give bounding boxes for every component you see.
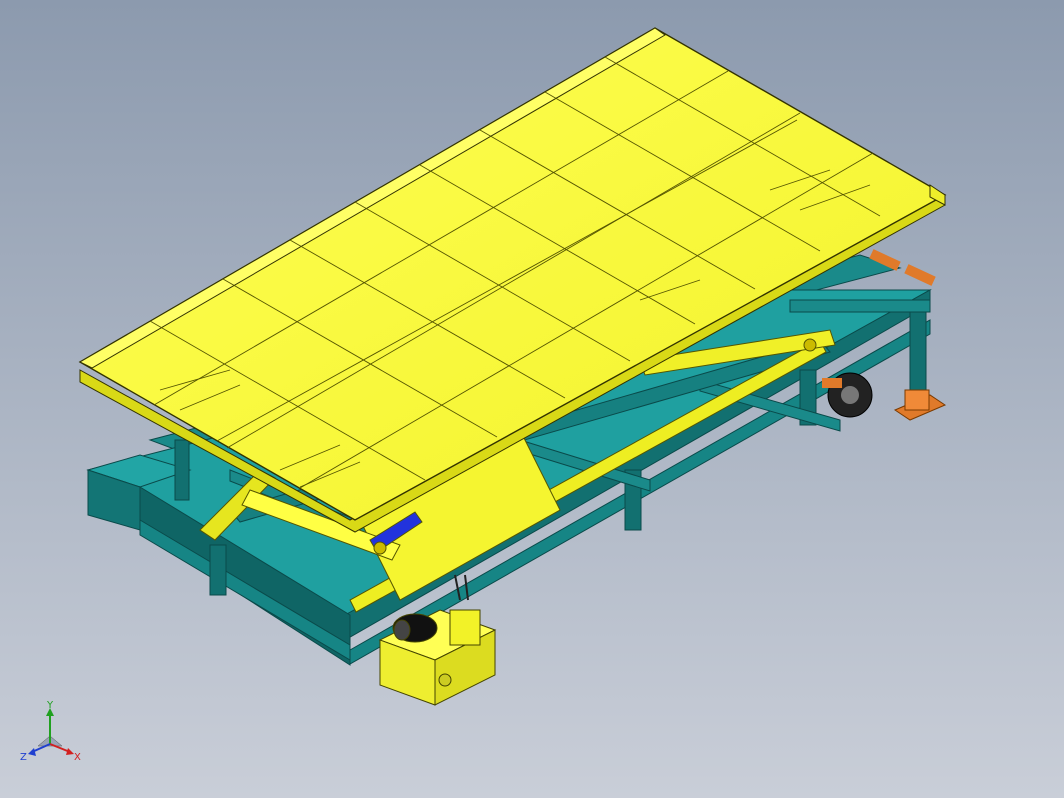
foot-block <box>904 389 930 411</box>
model-scene <box>0 0 1064 798</box>
cad-viewport[interactable]: Y X Z <box>0 0 1064 798</box>
hpu-gauge <box>438 673 452 687</box>
pivot-pin-2 <box>373 541 387 555</box>
z-axis-arrow <box>28 748 36 756</box>
frame-post-1 <box>209 544 227 596</box>
hpu-valve-block <box>449 609 481 646</box>
axis-triad[interactable]: Y X Z <box>18 700 90 772</box>
z-axis-label: Z <box>20 752 27 763</box>
hpu-motor-cap <box>393 619 411 641</box>
x-axis-arrow <box>66 748 74 755</box>
x-axis-label: X <box>74 752 81 763</box>
frame-post-4 <box>909 299 927 401</box>
wheel-bracket <box>822 378 842 388</box>
frame-post-5 <box>174 439 190 501</box>
wheel-hub <box>841 386 859 404</box>
y-axis-label: Y <box>46 700 54 711</box>
pivot-pin-1 <box>803 338 817 352</box>
frame-cross-4 <box>789 299 931 313</box>
